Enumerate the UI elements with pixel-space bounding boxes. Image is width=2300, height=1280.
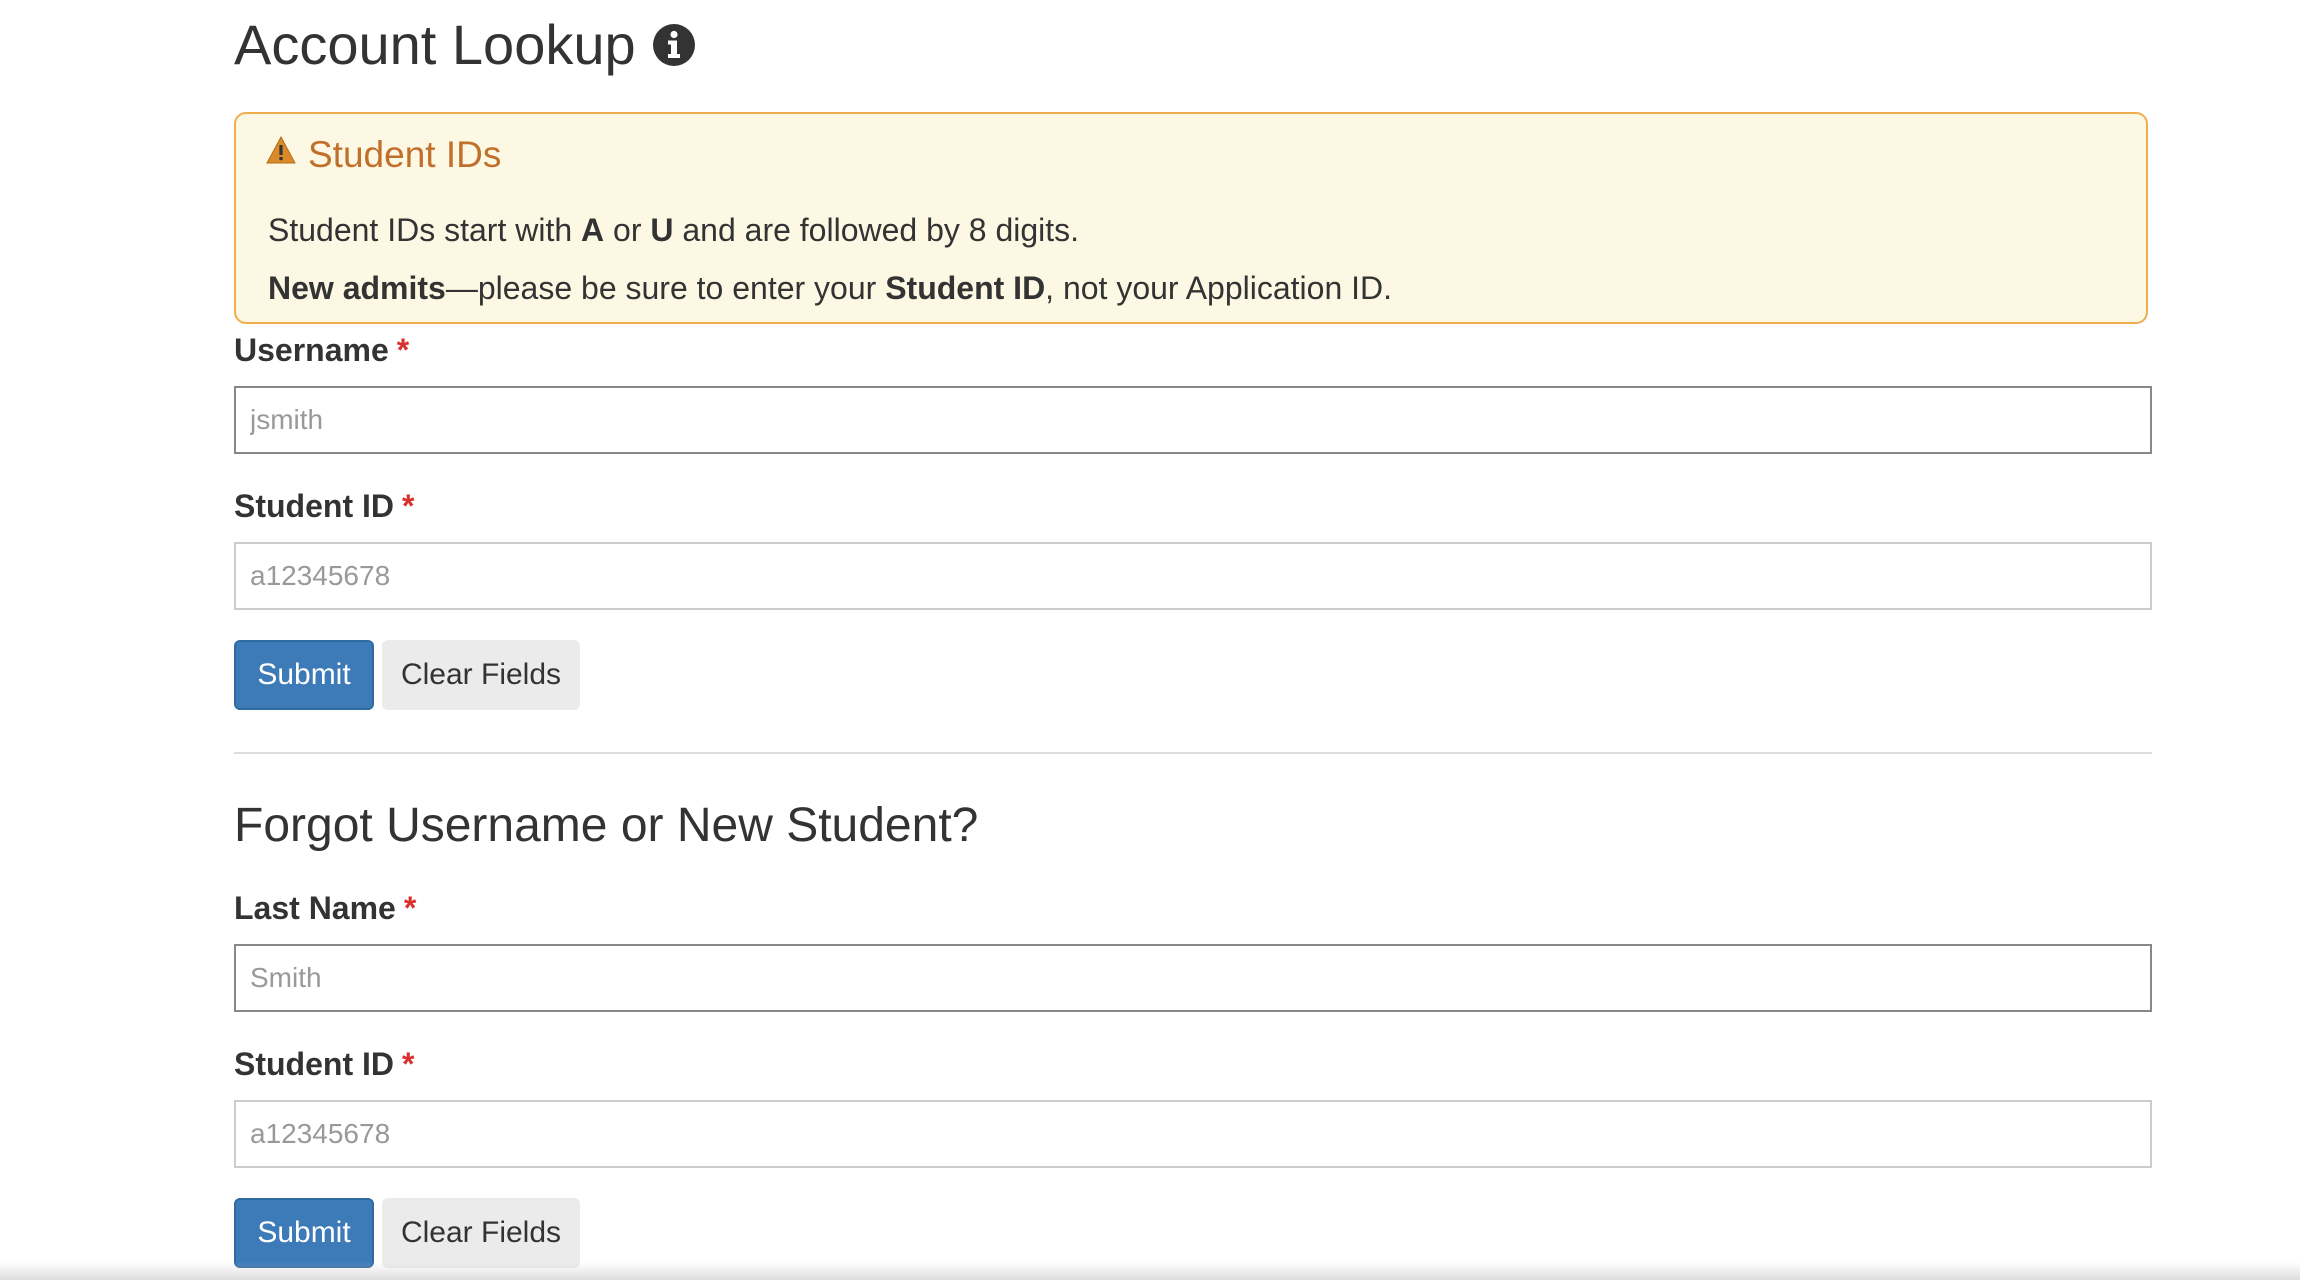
required-asterisk: *	[401, 488, 415, 524]
alert-heading: Student IDs	[266, 134, 501, 176]
alert-text: —please be sure to enter your	[445, 270, 886, 306]
last-name-label: Last Name *	[234, 890, 416, 927]
page-title: Account Lookup	[234, 13, 636, 76]
forgot-submit-button[interactable]: Submit	[234, 1198, 374, 1268]
alert-line-format: Student IDs start with A or U and are fo…	[268, 212, 1079, 249]
required-asterisk: *	[401, 1046, 415, 1082]
alert-text: or	[604, 212, 651, 248]
alert-text: Student IDs start with	[268, 212, 582, 248]
username-label-text: Username	[234, 332, 389, 368]
forgot-student-id-label: Student ID *	[234, 1046, 414, 1083]
alert-text: , not your Application ID.	[1045, 270, 1393, 306]
forgot-student-id-input[interactable]	[234, 1100, 2152, 1168]
student-id-input[interactable]	[234, 542, 2152, 610]
required-asterisk: *	[403, 890, 417, 926]
page: Account Lookup Student IDs Student IDs s…	[0, 0, 2300, 1280]
student-id-label-text: Student ID	[234, 488, 394, 524]
alert-heading-text: Student IDs	[308, 134, 502, 175]
alert-text: and are followed by 8 digits.	[673, 212, 1080, 248]
alert-bold-text: New admits	[268, 270, 446, 306]
forgot-clear-fields-button[interactable]: Clear Fields	[382, 1198, 580, 1268]
alert-line-new-admits: New admits—please be sure to enter your …	[268, 270, 1392, 307]
forgot-username-title: Forgot Username or New Student?	[234, 799, 979, 852]
required-asterisk: *	[396, 332, 410, 368]
lookup-clear-fields-button[interactable]: Clear Fields	[382, 640, 580, 710]
section-divider	[234, 752, 2152, 754]
student-id-label: Student ID *	[234, 488, 414, 525]
lookup-submit-button[interactable]: Submit	[234, 640, 374, 710]
warning-triangle-icon	[266, 136, 296, 164]
alert-bold-text: Student ID	[885, 270, 1046, 306]
student-id-alert: Student IDs Student IDs start with A or …	[234, 112, 2148, 324]
last-name-input[interactable]	[234, 944, 2152, 1012]
window-bottom-shadow	[0, 1262, 2300, 1280]
alert-bold-text: A	[581, 212, 605, 248]
username-label: Username *	[234, 332, 409, 369]
info-circle-icon[interactable]	[652, 23, 696, 67]
alert-bold-text: U	[650, 212, 674, 248]
student-id-label-text: Student ID	[234, 1046, 394, 1082]
page-title-row: Account Lookup	[234, 12, 696, 77]
last-name-label-text: Last Name	[234, 890, 396, 926]
username-input[interactable]	[234, 386, 2152, 454]
